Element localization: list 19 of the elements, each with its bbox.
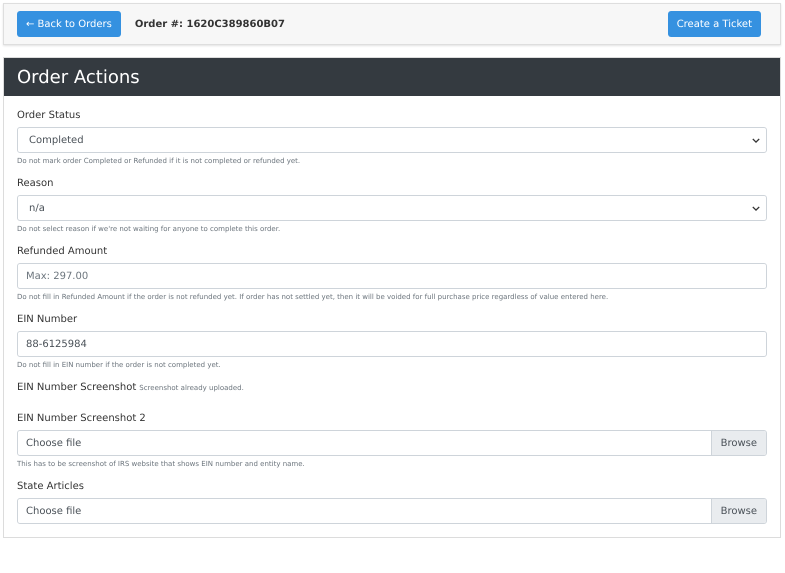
field-label: EIN Number Screenshot (17, 382, 136, 393)
field-label: State Articles (17, 481, 85, 492)
field-label: Reason (17, 178, 54, 189)
order-number: Order #: 1620C389860B07 (134, 18, 285, 30)
file-field[interactable]: Choose file Browse (17, 498, 767, 524)
browse-button[interactable]: Browse (710, 431, 766, 455)
field-label: Order Status (17, 110, 82, 121)
file-field[interactable]: Choose file Browse (17, 430, 767, 456)
input-field[interactable]: 88-6125984 (17, 331, 767, 357)
field-label: Refunded Amount (17, 246, 108, 257)
select-field[interactable]: Completed (17, 127, 767, 153)
chevron-down-icon (752, 138, 760, 142)
select-field[interactable]: n/a (17, 195, 767, 221)
browse-button[interactable]: Browse (710, 499, 766, 523)
field-label: EIN Number Screenshot 2 (17, 413, 147, 424)
field-label: EIN Number (17, 314, 78, 325)
card-title: Order Actions (17, 66, 140, 88)
chevron-down-icon (752, 206, 760, 210)
input-field[interactable]: Max: 297.00 (17, 263, 767, 289)
